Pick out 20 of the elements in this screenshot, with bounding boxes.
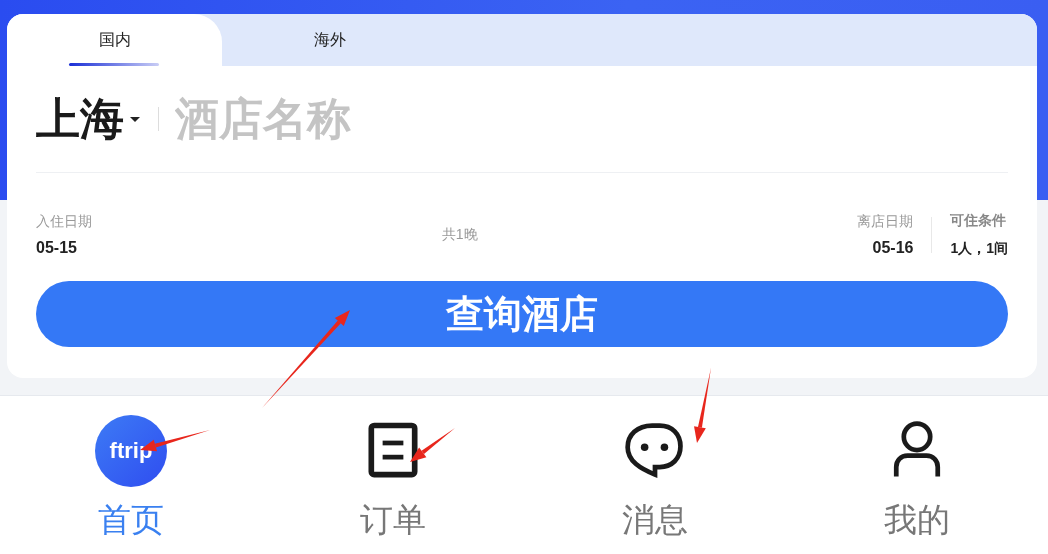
search-hotel-button[interactable]: 查询酒店 [36,281,1008,347]
occupancy-value: 1人，1间 [950,240,1008,258]
date-value: 05-15 [36,239,78,257]
date-value: 05-16 [872,239,914,257]
annotation-arrow [410,428,455,462]
nav-item[interactable]: 订单 [262,396,524,554]
nav-item[interactable]: 消息 [524,396,786,554]
hotel-name-field[interactable]: 酒店名称 [175,94,575,144]
nav-item[interactable]: 我的 [786,396,1048,554]
tab[interactable]: 海外 [222,14,437,66]
check-in-date[interactable]: 入住日期 05-15 [36,213,92,257]
city-selector[interactable]: 上海 [36,89,140,149]
date-label: 入住日期 [36,213,92,231]
date-label: 离店日期 [857,213,914,231]
nights-count: 共1晚 [440,226,479,244]
occupancy-label: 可住条件 [950,212,1008,230]
occupancy-selector[interactable]: 可住条件 1人，1间 [950,212,1008,258]
check-out-date[interactable]: 离店日期 05-16 [857,213,914,257]
tab[interactable]: 国内 [7,14,222,66]
caret-icon [130,116,140,122]
